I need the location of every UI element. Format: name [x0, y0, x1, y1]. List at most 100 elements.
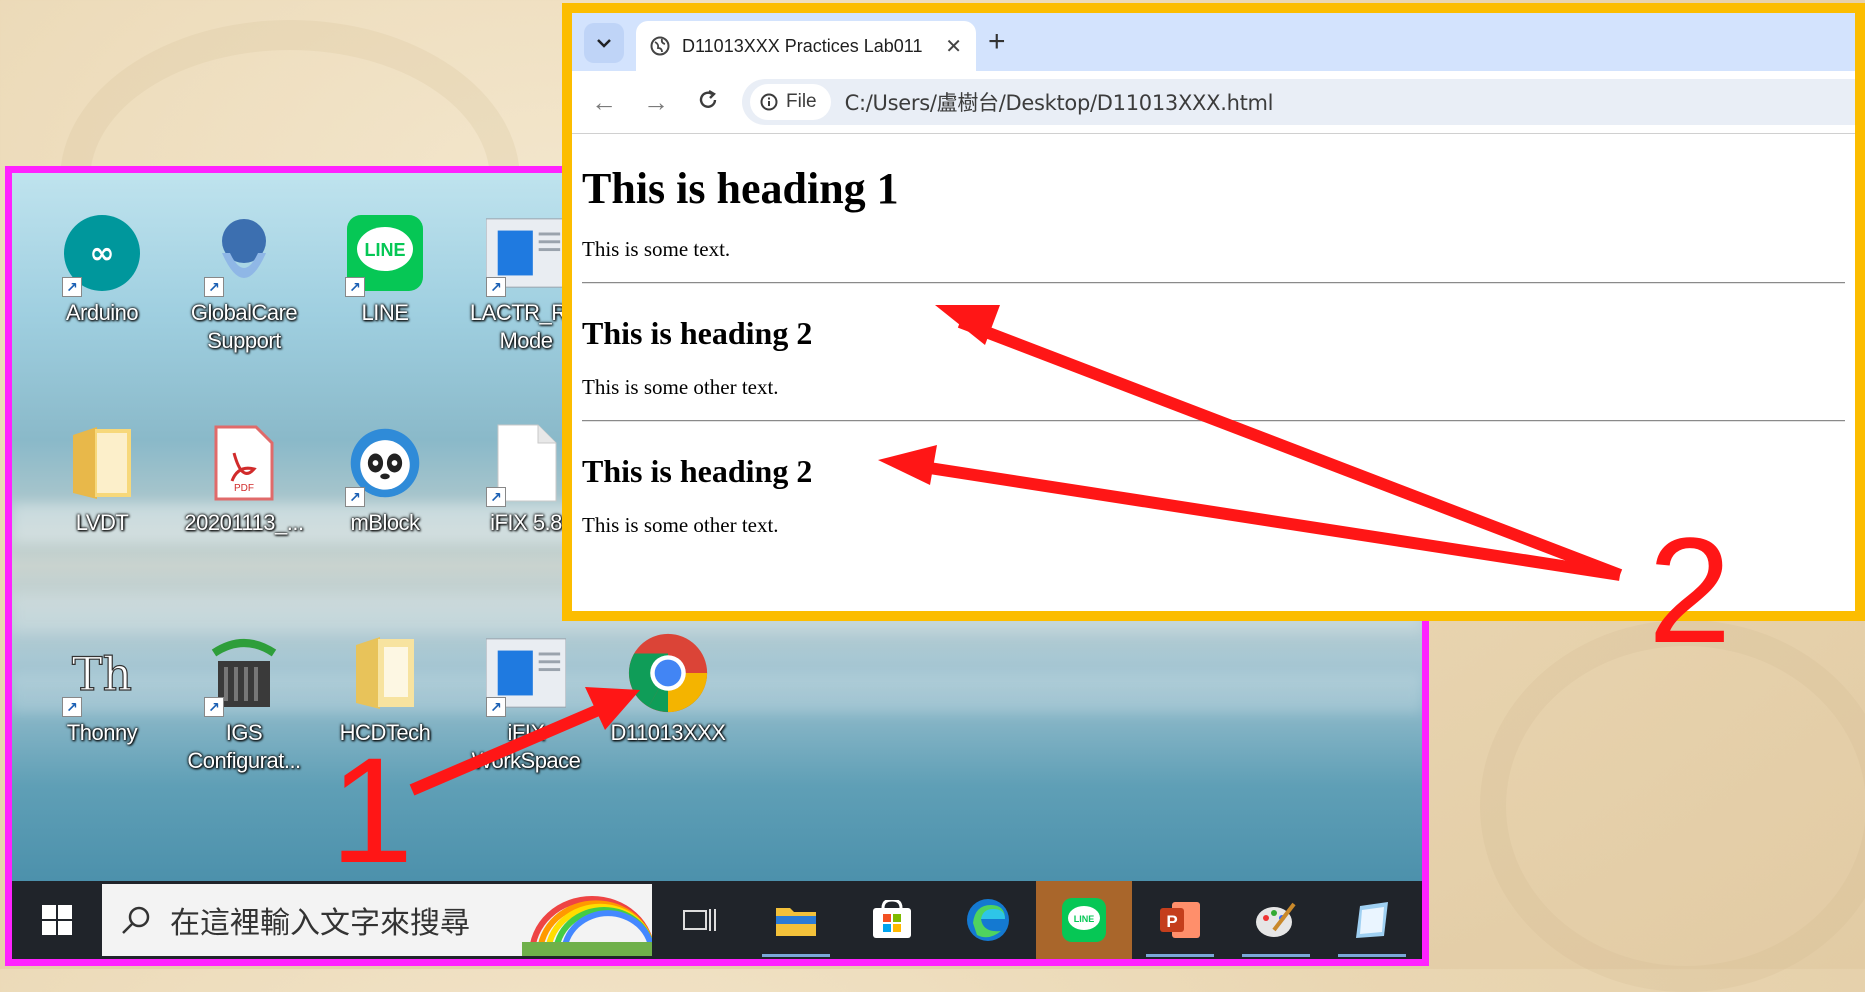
globalcare-icon: ↗ [204, 213, 284, 297]
folder-icon [62, 423, 142, 503]
app-window-icon: ↗ [486, 213, 566, 297]
line-app-icon: LINE [1062, 898, 1106, 942]
igs-server-icon: ↗ [204, 633, 284, 717]
task-view-icon [683, 909, 716, 931]
chevron-down-icon [597, 39, 611, 48]
desktop-icon-ifix-workspace[interactable]: ↗ iFIX WorkSpace [456, 633, 596, 775]
shortcut-arrow-icon: ↗ [62, 277, 82, 297]
desktop-icon-label: D11013XXX [610, 720, 726, 745]
blank-file-icon: ↗ [486, 423, 566, 507]
folder-icon [345, 633, 425, 713]
desktop-icon-label: GlobalCare Support [190, 300, 298, 353]
shortcut-arrow-icon: ↗ [345, 277, 365, 297]
shortcut-arrow-icon: ↗ [204, 277, 224, 297]
desktop-icon-label: 20201113_... [184, 510, 304, 535]
svg-text:PDF: PDF [234, 483, 254, 494]
heading-2-first: This is heading 2 [582, 315, 813, 351]
pdf-file-icon: PDF [204, 423, 284, 503]
taskbar: 在這裡輸入文字來搜尋 LINE P [12, 881, 1422, 959]
svg-text:∞: ∞ [90, 236, 115, 271]
desktop-icon-label: iFIX WorkSpace [471, 720, 581, 773]
edge-icon [967, 899, 1009, 941]
page-content: This is heading 1 This is some text. Thi… [572, 164, 1855, 538]
taskbar-notepad[interactable] [1324, 881, 1420, 959]
tab-close-button[interactable]: ✕ [945, 34, 962, 59]
tab-active[interactable]: D11013XXX Practices Lab011 ✕ [636, 21, 976, 71]
taskbar-microsoft-store[interactable] [844, 881, 940, 959]
tab-strip: D11013XXX Practices Lab011 ✕ + [572, 13, 1855, 71]
info-icon [760, 93, 778, 111]
paint-icon [1256, 902, 1296, 937]
svg-text:LINE: LINE [1074, 914, 1095, 924]
arrow-right-icon: → [643, 86, 669, 117]
browser-toolbar: ← → File C:/Users/盧樹台/Desktop/D11013XXX.… [572, 71, 1855, 134]
url-text: C:/Users/盧樹台/Desktop/D11013XXX.html [844, 91, 1274, 115]
paragraph-1: This is some text. [582, 237, 731, 261]
tab-title: D11013XXX Practices Lab011 [682, 35, 923, 56]
shortcut-arrow-icon: ↗ [345, 487, 365, 507]
heading-2-second: This is heading 2 [582, 453, 813, 489]
shortcut-arrow-icon: ↗ [486, 697, 506, 717]
desktop-icon-globalcare[interactable]: ↗ GlobalCare Support [174, 213, 314, 355]
horizontal-rule-2 [582, 420, 1845, 422]
desktop-icon-label: IGS Configurat... [187, 720, 301, 773]
heading-1: This is heading 1 [582, 164, 899, 213]
annotation-label-2: 2 [1648, 506, 1732, 674]
thonny-icon: Th ↗ [62, 633, 142, 717]
windows-logo-icon [42, 905, 72, 935]
back-button[interactable]: ← [578, 87, 630, 118]
address-bar[interactable]: File C:/Users/盧樹台/Desktop/D11013XXX.html [742, 79, 1855, 125]
desktop-icon-label: Arduino [65, 300, 139, 325]
desktop-icon-igs[interactable]: ↗ IGS Configurat... [174, 633, 314, 775]
background-swirl [1480, 620, 1865, 992]
forward-button[interactable]: → [630, 87, 682, 118]
annotation-label-1: 1 [330, 726, 414, 894]
desktop-icon-mblock[interactable]: ↗ mBlock [315, 423, 455, 537]
arrow-left-icon: ← [591, 86, 617, 117]
rainbow-illustration-icon [522, 896, 652, 956]
powerpoint-icon: P [1160, 902, 1200, 938]
site-info-chip[interactable]: File [750, 84, 831, 120]
running-indicator [1242, 954, 1310, 957]
shortcut-arrow-icon: ↗ [62, 697, 82, 717]
svg-text:Th: Th [72, 647, 132, 701]
tab-search-dropdown[interactable] [584, 23, 624, 63]
desktop-icon-thonny[interactable]: Th ↗ Thonny [32, 633, 172, 747]
new-tab-button[interactable]: + [988, 27, 1006, 57]
notepad-icon [1356, 902, 1388, 938]
running-indicator [1146, 954, 1214, 957]
running-indicator [1338, 954, 1406, 957]
desktop-icon-arduino[interactable]: ∞ ↗ Arduino [32, 213, 172, 327]
taskbar-search-box[interactable]: 在這裡輸入文字來搜尋 [102, 884, 652, 956]
paragraph-2: This is some other text. [582, 375, 779, 399]
desktop-icon-d11013xxx[interactable]: D11013XXX [598, 633, 738, 747]
running-indicator [762, 954, 830, 957]
reload-button[interactable] [682, 87, 734, 118]
line-app-icon: LINE ↗ [345, 213, 425, 297]
taskbar-edge[interactable] [940, 881, 1036, 959]
taskbar-powerpoint[interactable]: P [1132, 881, 1228, 959]
globe-icon [650, 36, 670, 56]
task-view-button[interactable] [652, 881, 748, 959]
chrome-icon [628, 633, 708, 713]
desktop-icon-label: Thonny [66, 720, 138, 745]
microsoft-store-icon [873, 900, 911, 938]
desktop-icon-lvdt[interactable]: LVDT [32, 423, 172, 537]
app-window-icon: ↗ [486, 633, 566, 717]
taskbar-line[interactable]: LINE [1036, 881, 1132, 959]
desktop-icon-pdf[interactable]: PDF 20201113_... [174, 423, 314, 537]
svg-text:P: P [1166, 912, 1177, 931]
desktop-icon-line[interactable]: LINE ↗ LINE [315, 213, 455, 327]
shortcut-arrow-icon: ↗ [486, 277, 506, 297]
desktop-icon-label: LINE [361, 300, 409, 325]
horizontal-rule-1 [582, 282, 1845, 284]
svg-text:LINE: LINE [364, 240, 405, 260]
search-icon [122, 906, 150, 934]
search-placeholder: 在這裡輸入文字來搜尋 [170, 906, 470, 941]
taskbar-file-explorer[interactable] [748, 881, 844, 959]
mblock-panda-icon: ↗ [345, 423, 425, 507]
file-explorer-icon [776, 908, 816, 936]
taskbar-paint[interactable] [1228, 881, 1324, 959]
desktop-icon-label: LVDT [75, 510, 129, 535]
start-button[interactable] [12, 881, 102, 959]
